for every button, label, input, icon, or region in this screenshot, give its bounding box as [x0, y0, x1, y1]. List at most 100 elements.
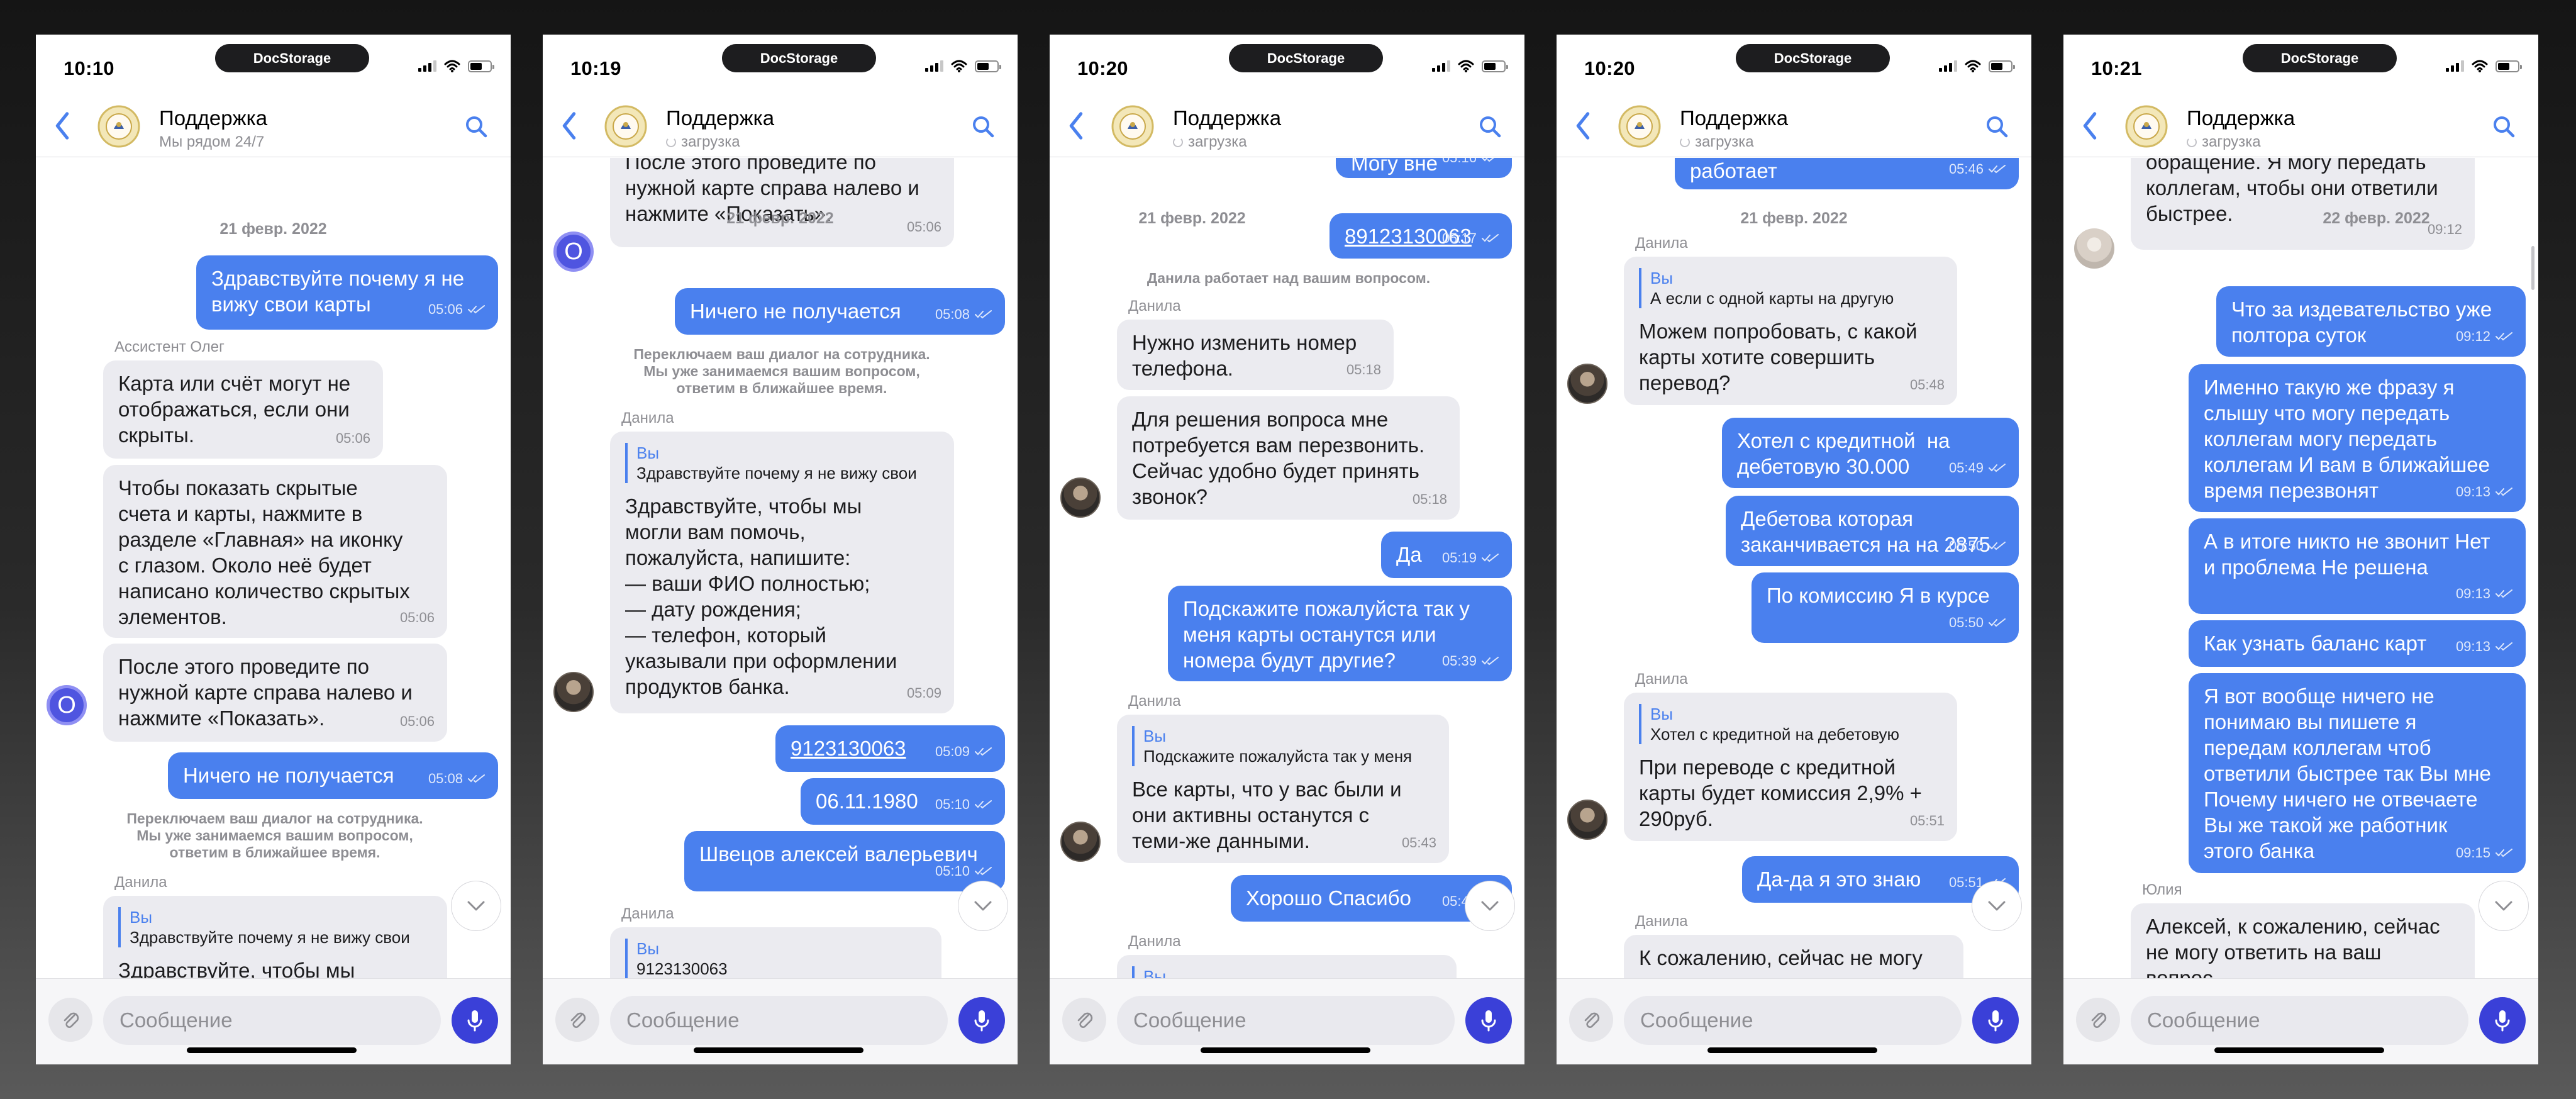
scroll-down-button[interactable] — [958, 881, 1008, 931]
message-in[interactable]: обращение. Я могу передать коллегам, что… — [2131, 158, 2475, 250]
message-in[interactable]: Вы Хотел с кредитной на дебетовую При пере… — [1624, 693, 1957, 841]
back-chevron-icon[interactable] — [1570, 111, 1596, 140]
scroll-down-button[interactable] — [2479, 881, 2529, 931]
read-check-icon — [1482, 234, 1499, 243]
read-check-icon — [2496, 488, 2513, 496]
battery-icon — [1482, 60, 1508, 72]
message-out[interactable]: Здравствуйте почему я не вижу свои карты… — [196, 255, 498, 330]
message-input[interactable] — [1624, 996, 1962, 1045]
message-out[interactable]: Ничего не получается 05:08 — [168, 752, 498, 799]
message-out[interactable]: Именно такую же фразу я слышу что могу п… — [2189, 364, 2526, 512]
message-out[interactable]: 9123130063 05:09 — [775, 725, 1005, 772]
search-icon[interactable] — [1984, 114, 2009, 139]
voice-record-button[interactable] — [958, 997, 1005, 1044]
reply-quote: Вы Здравствуйте почему я не вижу свои — [118, 907, 433, 947]
message-out[interactable]: Дебетова которая заканчивается на на 287… — [1726, 496, 2019, 566]
message-in[interactable]: Вы Подскажите пожалуйста так у меня Все ка… — [1117, 715, 1449, 863]
attach-button[interactable] — [555, 998, 599, 1042]
voice-record-button[interactable] — [2479, 997, 2526, 1044]
message-in[interactable]: После этого проведите по нужной карте сп… — [610, 158, 954, 247]
back-chevron-icon[interactable] — [1063, 111, 1089, 140]
phone-screen-4: 10:20 DocStorage Поддержка загрузка рабо… — [1557, 35, 2031, 1064]
scroll-down-button[interactable] — [1465, 881, 1515, 931]
attach-button[interactable] — [1569, 998, 1613, 1042]
support-logo-avatar[interactable] — [2125, 105, 2168, 148]
message-in[interactable]: Для решения вопроса мне потребуется вам … — [1117, 396, 1460, 520]
message-list[interactable]: обращение. Я могу передать коллегам, что… — [2063, 158, 2538, 978]
message-out[interactable]: работает 05:46 — [1675, 158, 2019, 189]
support-logo-avatar[interactable] — [97, 105, 140, 148]
back-chevron-icon[interactable] — [557, 111, 582, 140]
sender-name: Данила — [1635, 913, 1688, 930]
attach-button[interactable] — [48, 998, 92, 1042]
message-in[interactable]: Чтобы показать скрытые счета и карты, на… — [103, 465, 447, 638]
agent-avatar[interactable] — [1060, 822, 1101, 862]
agent-avatar[interactable] — [1567, 800, 1607, 840]
message-in[interactable]: Вы Здравствуйте почему я не вижу свои Здра… — [103, 896, 447, 978]
message-out[interactable]: Подскажите пожалуйста так у меня карты о… — [1168, 586, 1512, 681]
agent-avatar[interactable] — [1567, 364, 1607, 404]
chevron-down-icon — [1480, 900, 1499, 912]
support-logo-avatar[interactable] — [1111, 105, 1154, 148]
chat-title[interactable]: Поддержка — [1173, 106, 1281, 130]
scroll-down-button[interactable] — [451, 881, 501, 931]
message-out[interactable]: Как узнать баланс карт 09:13 — [2189, 620, 2526, 667]
reply-quote: Вы Подскажите пожалуйста так у меня — [1132, 726, 1435, 766]
support-logo-avatar[interactable] — [604, 105, 647, 148]
agent-avatar[interactable] — [1060, 477, 1101, 518]
message-input[interactable] — [1117, 996, 1455, 1045]
search-icon[interactable] — [970, 114, 996, 139]
voice-record-button[interactable] — [1972, 997, 2019, 1044]
message-out[interactable]: 89123130063 05:17 — [1330, 213, 1512, 259]
message-input[interactable] — [610, 996, 948, 1045]
message-out[interactable]: Что за издевательство уже полтора суток 0… — [2216, 286, 2526, 357]
back-chevron-icon[interactable] — [50, 111, 75, 140]
message-in[interactable]: Вы Здравствуйте почему я не вижу свои Здра… — [610, 432, 954, 713]
attach-button[interactable] — [2076, 998, 2120, 1042]
message-out[interactable]: Могу вне05:16 — [1336, 158, 1512, 178]
message-in[interactable]: Вы — [1117, 955, 1457, 978]
message-out[interactable]: По комиссию Я в курсе 05:50 — [1752, 572, 2019, 643]
agent-avatar[interactable] — [2074, 228, 2114, 269]
message-out[interactable]: Швецов алексей валерьевич 05:10 — [684, 831, 1005, 891]
agent-avatar[interactable] — [553, 672, 594, 712]
message-out[interactable]: Ничего не получается 05:08 — [675, 288, 1005, 335]
scroll-indicator[interactable] — [2531, 246, 2534, 290]
scroll-down-button[interactable] — [1972, 881, 2022, 931]
message-input[interactable] — [2131, 996, 2468, 1045]
message-list[interactable]: Могу вне05:16 21 февр. 2022 891231300630… — [1050, 158, 1524, 978]
voice-record-button[interactable] — [452, 997, 498, 1044]
message-list[interactable]: работает 05:46 21 февр. 2022 Данила Вы А е… — [1557, 158, 2031, 978]
back-chevron-icon[interactable] — [2077, 111, 2102, 140]
message-out[interactable]: А в итоге никто не звонит Нет и проблема… — [2189, 518, 2526, 614]
message-list[interactable]: 21 февр. 2022 Здравствуйте почему я не в… — [36, 158, 511, 978]
message-in[interactable]: Карта или счёт могут не отображаться, ес… — [103, 360, 383, 459]
message-in[interactable]: Алексей, к сожалению, сейчас не могу отв… — [2131, 903, 2475, 978]
message-in[interactable]: После этого проведите по нужной карте сп… — [103, 644, 447, 742]
chat-title[interactable]: Поддержка — [2187, 106, 2295, 130]
home-indicator — [1707, 1047, 1877, 1053]
chat-title[interactable]: Поддержка — [159, 106, 267, 130]
attach-button[interactable] — [1062, 998, 1106, 1042]
message-out[interactable]: Хотел с кредитной на дебетовую 30.000 05:… — [1722, 418, 2019, 488]
search-icon[interactable] — [464, 114, 489, 139]
assistant-avatar[interactable]: O — [47, 685, 87, 725]
message-list[interactable]: После этого проведите по нужной карте сп… — [543, 158, 1018, 978]
message-out[interactable]: 06.11.1980 05:10 — [801, 778, 1005, 825]
support-logo-avatar[interactable] — [1618, 105, 1661, 148]
message-input[interactable] — [103, 996, 441, 1045]
sender-name: Данила — [1635, 671, 1688, 688]
chat-title[interactable]: Поддержка — [1680, 106, 1788, 130]
message-in[interactable]: Вы 9123130063 — [610, 927, 941, 978]
message-out[interactable]: Я вот вообще ничего не понимаю вы пишете… — [2189, 673, 2526, 873]
message-out[interactable]: Да 05:19 — [1381, 532, 1512, 578]
assistant-avatar[interactable]: O — [553, 232, 594, 272]
search-icon[interactable] — [2491, 114, 2516, 139]
chat-title[interactable]: Поддержка — [666, 106, 774, 130]
message-in[interactable]: К сожалению, сейчас не могу — [1624, 935, 1963, 978]
voice-record-button[interactable] — [1465, 997, 1512, 1044]
date-separator: 21 февр. 2022 — [1138, 209, 1246, 227]
message-in[interactable]: Вы А если с одной карты на другую Можем по… — [1624, 257, 1957, 405]
search-icon[interactable] — [1477, 114, 1502, 139]
message-in[interactable]: Нужно изменить номер телефона. 05:18 — [1117, 320, 1394, 390]
